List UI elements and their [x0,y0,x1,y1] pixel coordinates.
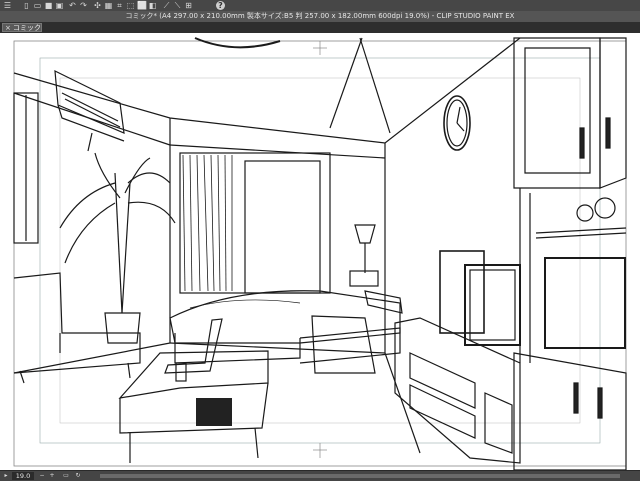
undo-icon[interactable]: ↶ [68,1,77,10]
wall-cabinets [513,37,627,470]
armchair [311,315,376,374]
ruler-snap-icon[interactable]: ⟍ [173,1,182,10]
rotate-icon[interactable]: ↻ [74,472,82,480]
crop-icon[interactable]: ⌗ [115,1,124,10]
save-icon[interactable]: ■ [44,1,53,10]
grid-snap-icon[interactable]: ⊞ [184,1,193,10]
menu-icon[interactable]: ☰ [3,1,12,10]
select-all-icon[interactable]: ⬚ [126,1,135,10]
help-icon[interactable]: ? [216,1,225,10]
ceiling-lamp [194,37,281,49]
snap-icon[interactable]: ⟋ [162,1,171,10]
magazine-rack [196,398,232,426]
zoom-in-icon[interactable]: + [48,472,56,480]
open-file-icon[interactable]: ▭ [33,1,42,10]
tab-bar: × コミック* [0,22,640,41]
close-icon[interactable]: × [5,24,11,33]
zoom-level[interactable]: 19.0 [12,472,34,480]
new-file-icon[interactable]: ▯ [22,1,31,10]
laptop [164,318,223,374]
zoom-out-icon[interactable]: − [38,472,46,480]
tab-comic[interactable]: × コミック* [2,23,42,41]
transform-icon[interactable]: ✣ [93,1,102,10]
invert-icon[interactable]: ◧ [148,1,157,10]
wall-clock [443,95,471,151]
coffee-table [118,318,269,463]
potted-plant [59,152,176,344]
window-title: コミック* (A4 297.00 x 210.00mm 製本サイズ:B5 判 2… [0,11,640,22]
fit-page-icon[interactable]: ▭ [62,472,70,480]
room-illustration [13,37,627,470]
back-wall-floor-line [169,342,386,354]
air-conditioner [54,69,125,152]
redo-icon[interactable]: ↷ [79,1,88,10]
ceiling-beam [329,37,363,129]
floor-lamp [349,224,379,287]
deselect-icon[interactable]: ⬜ [137,1,147,10]
navigator-icon[interactable]: ▸ [2,472,10,480]
back-window [179,152,331,294]
monitors [439,250,626,349]
drawing-canvas[interactable] [0,33,640,470]
curtain [182,154,233,292]
rotation-slider[interactable] [100,474,620,478]
save-as-icon[interactable]: ▣ [55,1,64,10]
clear-icon[interactable]: ▦ [104,1,113,10]
status-bar: ▸ 19.0 − + ▭ ↻ [0,470,640,481]
